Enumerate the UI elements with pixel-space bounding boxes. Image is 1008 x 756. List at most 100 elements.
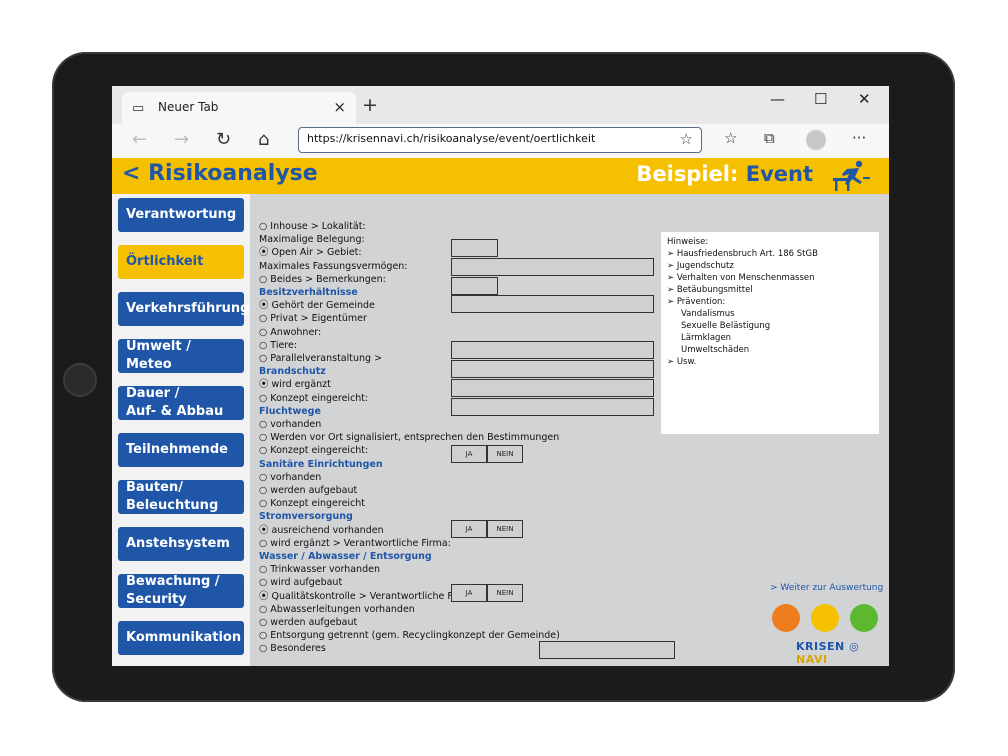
- fluchtwege-nein-button[interactable]: NEIN: [487, 445, 523, 463]
- wasser-nein-button[interactable]: NEIN: [487, 584, 523, 602]
- back-icon[interactable]: ←: [132, 129, 147, 150]
- browser-tab[interactable]: ▭ Neuer Tab ×: [122, 92, 356, 124]
- sidebar-item-teilnehmende[interactable]: Teilnehmende: [118, 433, 244, 467]
- form-option[interactable]: ○ Konzept eingereicht:: [259, 393, 368, 405]
- form-option[interactable]: ○ Abwasserleitungen vorhanden: [259, 604, 415, 616]
- sidebar-item-label: Kommunikation: [126, 630, 242, 645]
- form-option[interactable]: ○ werden aufgebaut: [259, 485, 357, 497]
- example-label: Beispiel:: [636, 162, 739, 186]
- sidebar-item-umwelt[interactable]: Umwelt / Meteo: [118, 339, 244, 373]
- wasser-ja-button[interactable]: JA: [451, 584, 487, 602]
- parallelveranstaltung-input[interactable]: [451, 360, 654, 378]
- new-tab-button[interactable]: +: [362, 94, 378, 116]
- form-option[interactable]: ○ werden aufgebaut: [259, 617, 357, 629]
- bemerkungen-input[interactable]: [451, 277, 498, 295]
- next-to-evaluation-link[interactable]: > Weiter zur Auswertung: [770, 583, 883, 593]
- browser-tabbar: ▭ Neuer Tab × + — ☐ ✕: [112, 86, 889, 124]
- example-title: Beispiel: Event: [636, 162, 813, 186]
- maximize-button[interactable]: ☐: [814, 90, 827, 108]
- form-option[interactable]: ⦿ Open Air > Gebiet:: [259, 247, 362, 259]
- address-bar[interactable]: https://krisennavi.ch/risikoanalyse/even…: [298, 127, 702, 153]
- refresh-icon[interactable]: ↻: [216, 129, 231, 150]
- tiere-input[interactable]: [451, 341, 654, 359]
- tab-close-icon[interactable]: ×: [333, 98, 346, 116]
- form-option[interactable]: ○ wird ergänzt > Verantwortliche Firma:: [259, 538, 451, 550]
- konzept-brandschutz-input[interactable]: [451, 398, 654, 416]
- strom-ja-button[interactable]: JA: [451, 520, 487, 538]
- gebiet-input[interactable]: [451, 258, 654, 276]
- home-icon[interactable]: ⌂: [258, 129, 269, 150]
- hurdle-runner-icon: [833, 160, 870, 191]
- more-icon[interactable]: ···: [852, 129, 866, 147]
- address-url: https://krisennavi.ch/risikoanalyse/even…: [307, 132, 596, 145]
- hint-sub-item: Sexuelle Belästigung: [681, 321, 771, 331]
- sidebar-item-bauten[interactable]: Bauten/ Beleuchtung: [118, 480, 244, 514]
- hint-sub-item: Umweltschäden: [681, 345, 750, 355]
- besonderes-input[interactable]: [539, 641, 675, 659]
- form-option[interactable]: ○ Inhouse > Lokalität:: [259, 221, 366, 233]
- belegung-input[interactable]: [451, 239, 498, 257]
- sidebar-item-örtlichkeit[interactable]: Örtlichkeit: [118, 245, 244, 279]
- brandschutz-input[interactable]: [451, 379, 654, 397]
- form-option[interactable]: ⦿ Gehört der Gemeinde: [259, 300, 375, 312]
- sidebar-item-bewachung[interactable]: Bewachung / Security: [118, 574, 244, 608]
- hint-item: ➢ Betäubungsmittel: [667, 285, 753, 295]
- hints-title: Hinweise:: [667, 237, 709, 247]
- section-heading: Stromversorgung: [259, 511, 353, 523]
- form-option[interactable]: ○ Besonderes: [259, 643, 326, 655]
- form-option: Maximalige Belegung:: [259, 234, 365, 246]
- form-option[interactable]: ○ Tiere:: [259, 340, 297, 352]
- star-icon[interactable]: ☆: [680, 130, 693, 148]
- form-option[interactable]: ○ Werden vor Ort signalisiert, entsprech…: [259, 432, 559, 444]
- traffic-light-orange[interactable]: [772, 604, 800, 632]
- screen: ▭ Neuer Tab × + — ☐ ✕ ← → ↻ ⌂ https://kr…: [112, 86, 889, 666]
- traffic-light-green[interactable]: [850, 604, 878, 632]
- gemeinde-input[interactable]: [451, 295, 654, 313]
- form-option[interactable]: ⦿ Qualitätskontrolle > Verantwortliche F…: [259, 591, 477, 603]
- collections-icon[interactable]: ⧉: [764, 129, 775, 147]
- form-option[interactable]: ○ Beides > Bemerkungen:: [259, 274, 386, 286]
- back-to-risikoanalyse-link[interactable]: < Risikoanalyse: [122, 161, 318, 186]
- sidebar-item-anstehsystem[interactable]: Anstehsystem: [118, 527, 244, 561]
- tab-page-icon: ▭: [132, 101, 145, 116]
- form-option[interactable]: ○ Entsorgung getrennt (gem. Recyclingkon…: [259, 630, 560, 642]
- tab-title: Neuer Tab: [158, 100, 219, 114]
- form-option[interactable]: ○ Anwohner:: [259, 327, 321, 339]
- section-heading: Wasser / Abwasser / Entsorgung: [259, 551, 432, 562]
- form-option[interactable]: ⦿ ausreichend vorhanden: [259, 525, 384, 537]
- section-heading: Besitzverhältnisse: [259, 287, 358, 298]
- sidebar-item-verantwortung[interactable]: Verantwortung: [118, 198, 244, 232]
- strom-nein-button[interactable]: NEIN: [487, 520, 523, 538]
- sidebar-item-label: Umwelt / Meteo: [126, 339, 191, 372]
- fluchtwege-ja-button[interactable]: JA: [451, 445, 487, 463]
- sidebar-item-label: Teilnehmende: [126, 442, 228, 457]
- sidebar-item-label: Verantwortung: [126, 207, 237, 222]
- sidebar-item-kommunikation[interactable]: Kommunikation: [118, 621, 244, 655]
- sidebar-item-label: Dauer / Auf- & Abbau: [126, 386, 224, 419]
- form-option[interactable]: ⦿ wird ergänzt: [259, 379, 331, 391]
- form-option[interactable]: ○ vorhanden: [259, 472, 321, 484]
- profile-icon[interactable]: [806, 130, 826, 150]
- section-heading: Sanitäre Einrichtungen: [259, 458, 383, 470]
- form-option[interactable]: ○ Trinkwasser vorhanden: [259, 564, 380, 576]
- favorites-icon[interactable]: ☆: [724, 129, 737, 147]
- sidebar-item-verkehrsführung[interactable]: Verkehrsführung: [118, 292, 250, 326]
- close-window-button[interactable]: ✕: [858, 90, 871, 108]
- sidebar-item-label: Bauten/ Beleuchtung: [126, 480, 219, 513]
- hint-item: ➢ Prävention:: [667, 297, 726, 307]
- tablet-camera: [63, 363, 97, 397]
- form-option: Maximales Fassungsvermögen:: [259, 260, 408, 272]
- form-option[interactable]: ○ Parallelveranstaltung >: [259, 353, 382, 365]
- form-option[interactable]: ○ Privat > Eigentümer: [259, 313, 367, 325]
- example-value: Event: [745, 162, 813, 186]
- sidebar-item-dauer[interactable]: Dauer / Auf- & Abbau: [118, 386, 244, 420]
- traffic-light-yellow[interactable]: [811, 604, 839, 632]
- forward-icon[interactable]: →: [174, 129, 189, 150]
- form-option[interactable]: ○ Konzept eingereicht: [259, 498, 365, 510]
- sidebar-item-label: Verkehrsführung: [126, 301, 250, 316]
- minimize-button[interactable]: —: [770, 90, 785, 108]
- form-option[interactable]: ○ Konzept eingereicht:: [259, 445, 368, 457]
- form-option[interactable]: ○ vorhanden: [259, 419, 321, 431]
- sidebar-item-label: Bewachung / Security: [126, 574, 220, 607]
- form-option[interactable]: ○ wird aufgebaut: [259, 577, 342, 589]
